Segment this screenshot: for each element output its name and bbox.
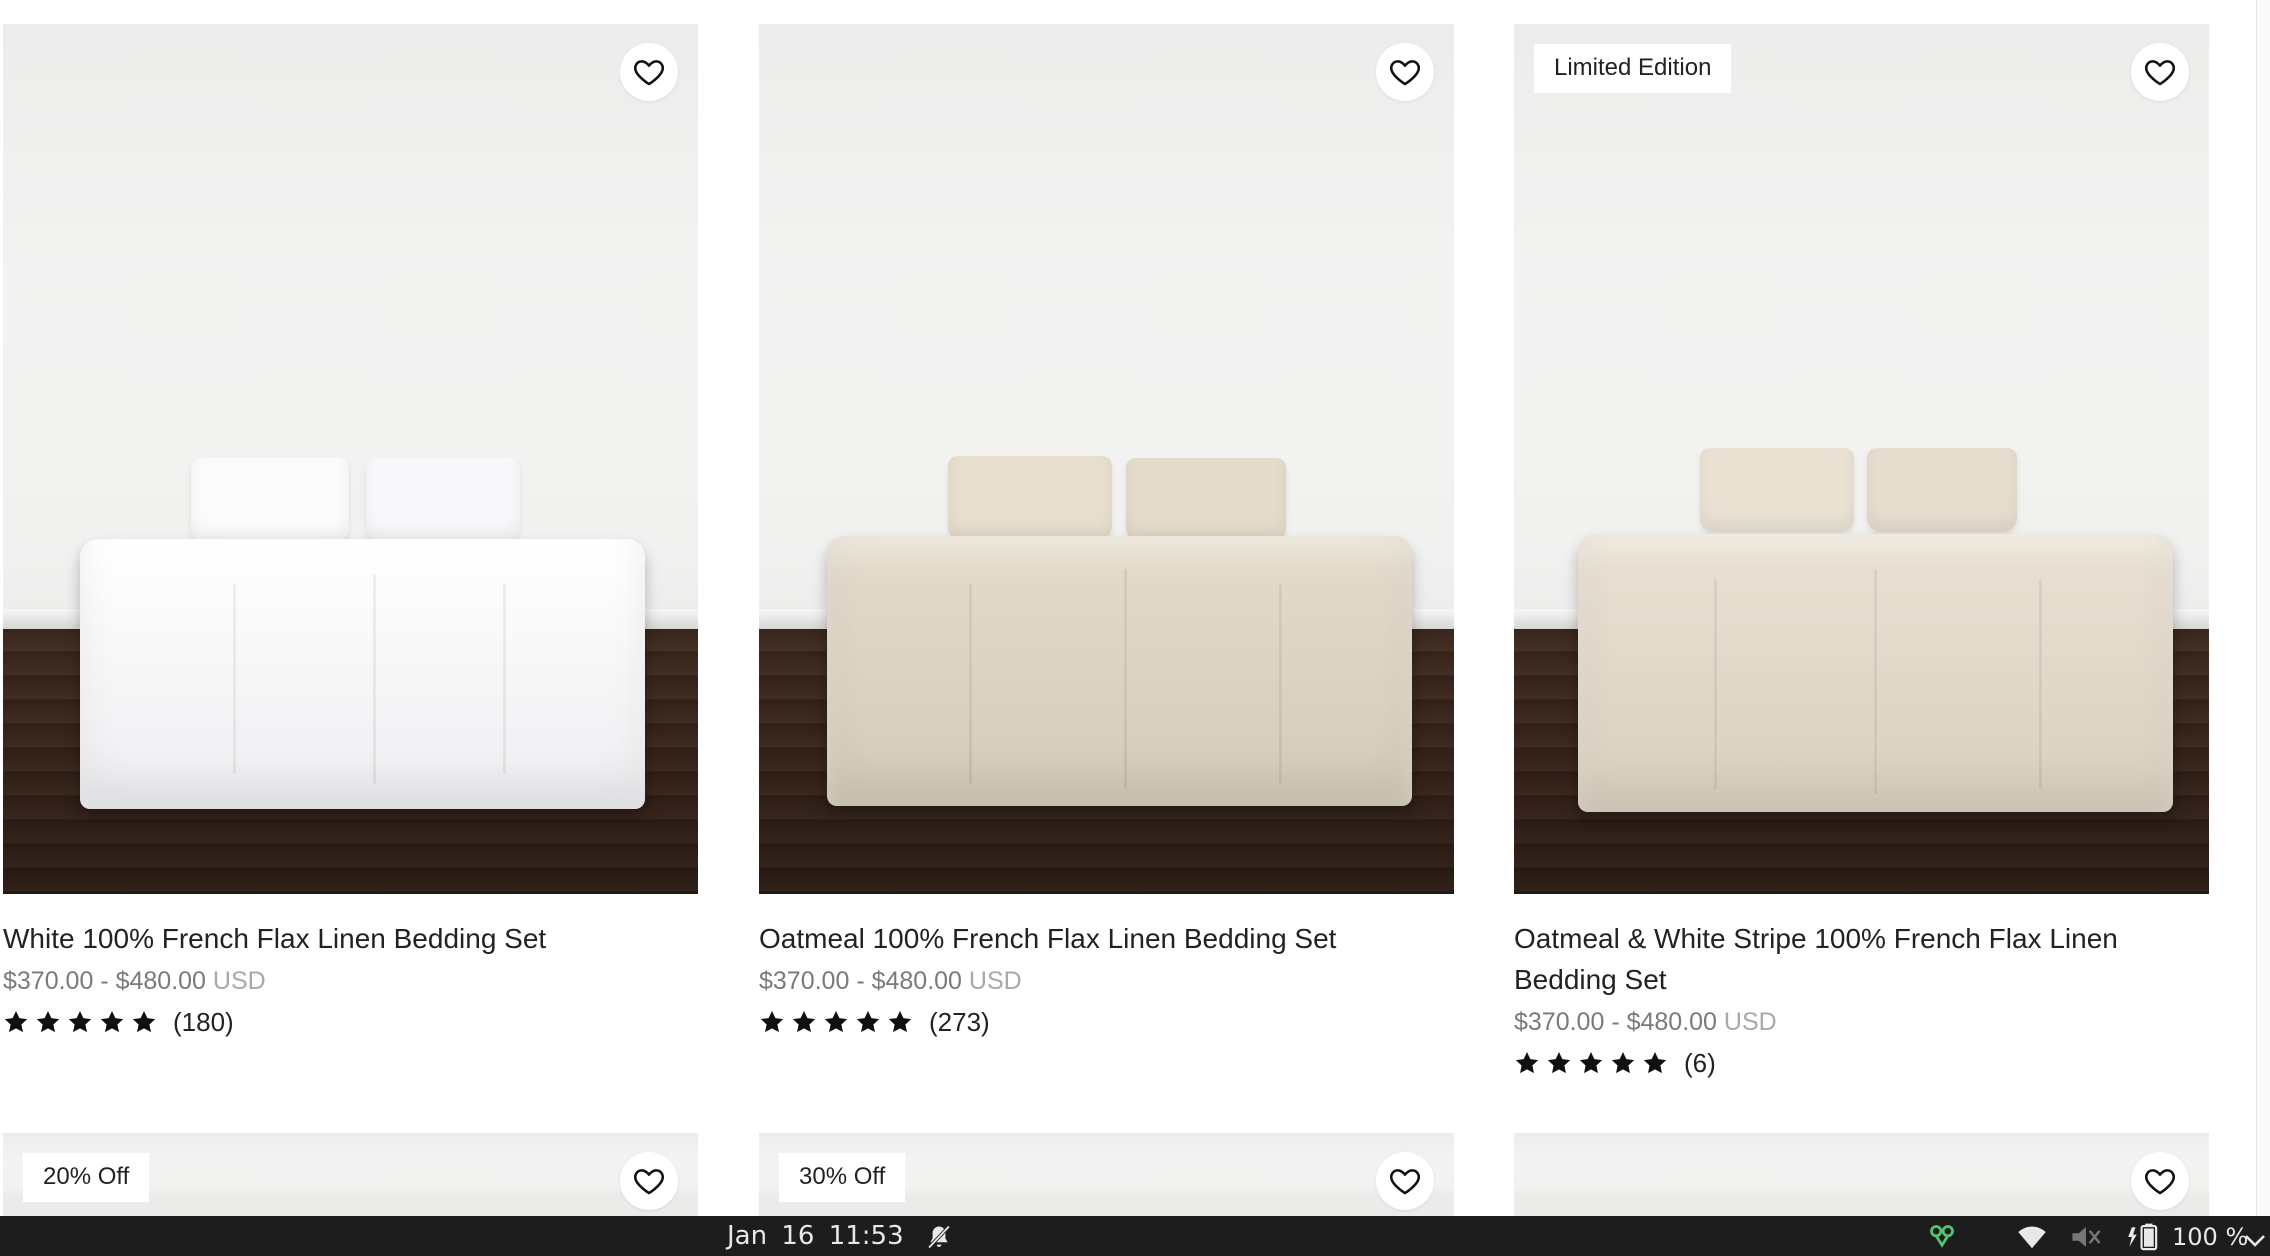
taskbar-date: Jan 16	[727, 1221, 815, 1251]
heart-icon	[634, 1169, 664, 1195]
product-image[interactable]: Limited Edition	[1514, 24, 2209, 894]
star-icon	[100, 1010, 124, 1033]
notifications-toggle[interactable]	[925, 1224, 953, 1250]
pillow	[1867, 448, 2017, 532]
duvet-fold	[1279, 584, 1282, 784]
product-image[interactable]: 20% Off	[3, 1133, 698, 1223]
product-card[interactable]: 30% Off	[759, 1133, 1454, 1223]
heart-icon	[1390, 1169, 1420, 1195]
taskbar-clock[interactable]: Jan 16 11:53	[727, 1221, 904, 1251]
star-icon	[1579, 1051, 1603, 1074]
duvet-fold	[969, 584, 972, 784]
favorite-button[interactable]	[2131, 1152, 2189, 1210]
product-card[interactable]: 20% Off	[3, 1133, 698, 1223]
pillow	[1700, 448, 1854, 532]
product-rating[interactable]: (273)	[759, 1001, 1454, 1043]
duvet-fold	[1874, 569, 1877, 794]
product-card[interactable]: Limited Edition Oatmeal & White Stripe 1…	[1514, 24, 2209, 1084]
heart-icon	[2145, 1169, 2175, 1195]
favorite-button[interactable]	[620, 1152, 678, 1210]
star-icon	[68, 1010, 92, 1033]
price-range: $370.00 - $480.00	[1514, 1008, 1717, 1036]
product-title[interactable]: Oatmeal & White Stripe 100% French Flax …	[1514, 918, 2209, 1000]
discount-badge: 30% Off	[779, 1153, 906, 1202]
star-icon	[1611, 1051, 1635, 1074]
star-icon	[1643, 1051, 1667, 1074]
star-icon	[36, 1010, 60, 1033]
heart-icon	[634, 60, 664, 86]
duvet	[827, 536, 1412, 806]
product-price: $370.00 - $480.00 USD	[1514, 1002, 2209, 1042]
favorite-button[interactable]	[2131, 43, 2189, 101]
favorite-button[interactable]	[1376, 1152, 1434, 1210]
product-image[interactable]	[3, 24, 698, 894]
battery-percent: 100 %	[2172, 1223, 2249, 1251]
duvet-fold	[2039, 579, 2042, 789]
star-icon	[1547, 1051, 1571, 1074]
system-menu-button[interactable]	[2244, 1228, 2266, 1254]
heart-icon	[2145, 60, 2175, 86]
product-image[interactable]: 30% Off	[759, 1133, 1454, 1223]
price-range: $370.00 - $480.00	[3, 967, 206, 995]
pillow	[191, 458, 349, 542]
price-currency: USD	[968, 967, 1022, 995]
duvet-fold	[373, 574, 376, 784]
star-icon	[824, 1010, 848, 1033]
rating-count: (6)	[1684, 1047, 1716, 1078]
product-image[interactable]	[759, 24, 1454, 894]
pillow	[366, 458, 520, 542]
pillow	[1126, 458, 1286, 542]
product-card[interactable]: Oatmeal 100% French Flax Linen Bedding S…	[759, 24, 1454, 1043]
product-rating[interactable]: (180)	[3, 1001, 698, 1043]
product-rating[interactable]: (6)	[1514, 1042, 2209, 1084]
speaker-muted-icon	[2072, 1227, 2101, 1247]
star-icon	[792, 1010, 816, 1033]
pillow	[948, 456, 1112, 540]
product-price: $370.00 - $480.00 USD	[3, 961, 698, 1001]
rating-count: (273)	[929, 1006, 990, 1037]
price-range: $370.00 - $480.00	[759, 967, 962, 995]
rating-stars	[1514, 1050, 1668, 1076]
rating-stars	[759, 1009, 913, 1035]
star-icon	[132, 1010, 156, 1033]
bell-off-icon	[927, 1225, 951, 1249]
product-card[interactable]: White 100% French Flax Linen Bedding Set…	[3, 24, 698, 1043]
volume-indicator[interactable]	[2070, 1224, 2102, 1250]
product-title[interactable]: White 100% French Flax Linen Bedding Set	[3, 918, 698, 959]
network-indicator[interactable]	[2017, 1224, 2047, 1250]
product-price: $370.00 - $480.00 USD	[759, 961, 1454, 1001]
battery-charging-icon	[2128, 1223, 2158, 1251]
page-scrollbar[interactable]	[2256, 0, 2270, 1216]
duvet-fold	[1714, 579, 1717, 789]
star-icon	[856, 1010, 880, 1033]
star-icon	[4, 1010, 28, 1033]
rating-stars	[3, 1009, 157, 1035]
battery-indicator[interactable]	[2127, 1223, 2161, 1251]
chevron-down-icon	[2245, 1235, 2265, 1247]
tray-app-indicator[interactable]	[1928, 1224, 1956, 1250]
duvet	[80, 539, 645, 809]
star-icon	[1515, 1051, 1539, 1074]
product-title[interactable]: Oatmeal 100% French Flax Linen Bedding S…	[759, 918, 1454, 959]
price-currency: USD	[1723, 1008, 1777, 1036]
duvet-fold	[503, 584, 506, 774]
app-tray-icon	[1930, 1225, 1954, 1248]
taskbar-time: 11:53	[828, 1221, 904, 1251]
favorite-button[interactable]	[620, 43, 678, 101]
discount-badge: 20% Off	[23, 1153, 150, 1202]
rating-count: (180)	[173, 1006, 234, 1037]
system-taskbar: Jan 16 11:53 100 %	[0, 1216, 2270, 1256]
heart-icon	[1390, 60, 1420, 86]
favorite-button[interactable]	[1376, 43, 1434, 101]
duvet-fold	[233, 584, 236, 774]
product-badge: Limited Edition	[1534, 44, 1732, 93]
wifi-icon	[2018, 1226, 2046, 1249]
product-image[interactable]	[1514, 1133, 2209, 1223]
price-currency: USD	[212, 967, 266, 995]
star-icon	[888, 1010, 912, 1033]
duvet-fold	[1124, 569, 1127, 789]
star-icon	[760, 1010, 784, 1033]
product-card[interactable]	[1514, 1133, 2209, 1223]
